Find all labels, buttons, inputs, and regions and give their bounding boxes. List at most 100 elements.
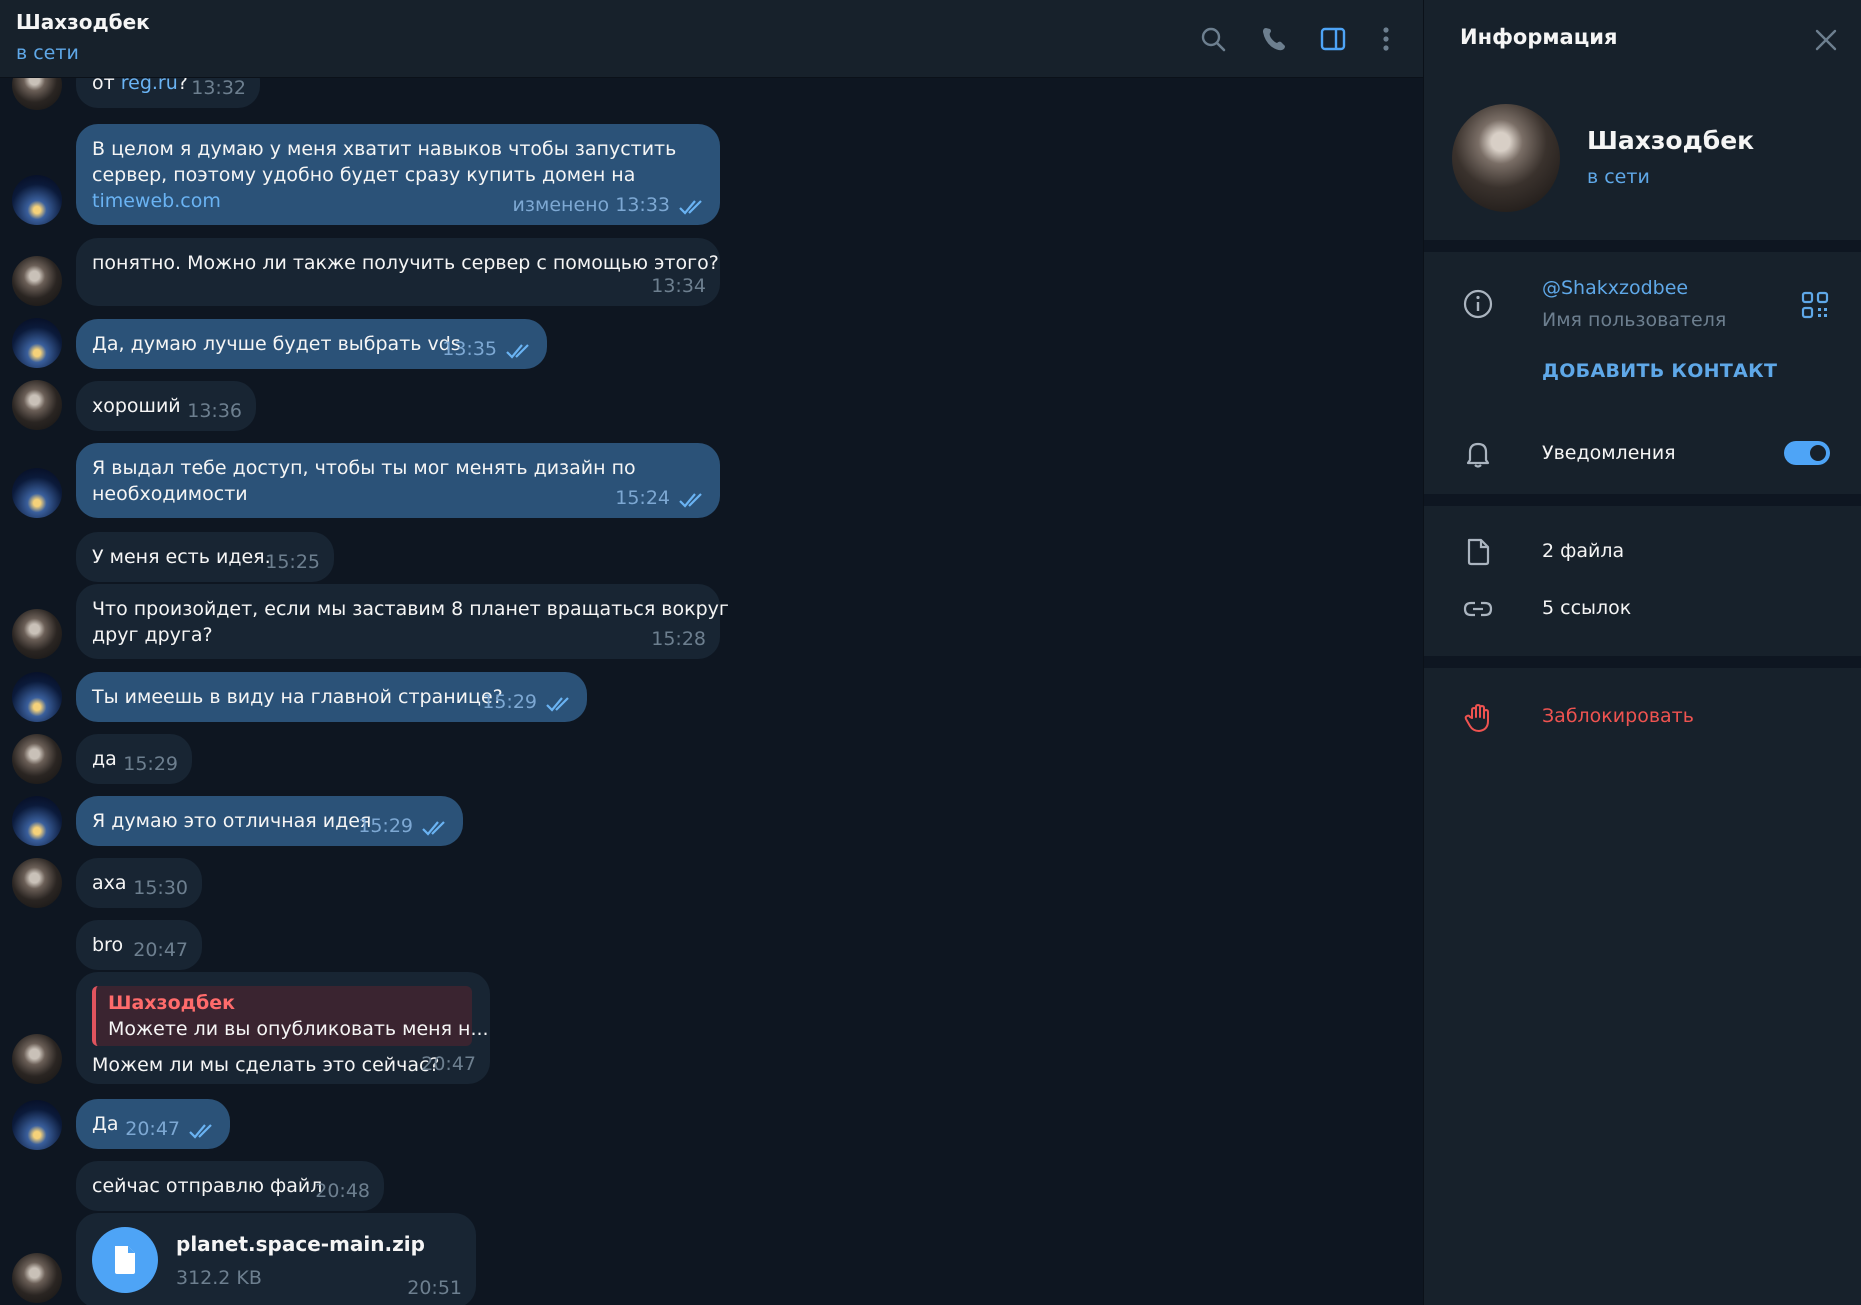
close-info-button[interactable]: [1808, 22, 1844, 58]
message-text: Я выдал тебе доступ, чтобы ты мог менять…: [92, 457, 636, 479]
profile-name: Шахзодбек: [1587, 126, 1755, 155]
message-bubble[interactable]: Да 20:47: [76, 1099, 230, 1149]
message-list[interactable]: от reg.ru? 13:32 В целом я думаю у меня …: [0, 0, 1423, 1305]
section-divider: [1424, 494, 1861, 506]
message-bubble[interactable]: В целом я думаю у меня хватит навыков чт…: [76, 124, 720, 225]
avatar[interactable]: [12, 1034, 62, 1084]
message-text: Я думаю это отличная идея: [92, 810, 372, 832]
edited-label: изменено: [512, 194, 610, 216]
message-text: необходимости: [92, 483, 248, 505]
message-time: 15:28: [651, 628, 706, 650]
info-panel: Информация Шахзодбек в сети @Shakxzodbee…: [1423, 0, 1861, 1305]
toggle-sidebar-button[interactable]: [1314, 20, 1352, 58]
notifications-label: Уведомления: [1542, 442, 1676, 464]
avatar[interactable]: [12, 796, 62, 846]
message-bubble[interactable]: Шахзодбек Можете ли вы опубликовать меня…: [76, 972, 490, 1084]
message-bubble[interactable]: bro 20:47: [76, 920, 202, 970]
message-time: 13:32: [191, 77, 246, 99]
message-time: 20:47: [421, 1053, 476, 1075]
message-time: 13:36: [187, 400, 242, 422]
message-time: 15:29: [123, 753, 178, 775]
info-title: Информация: [1460, 25, 1618, 49]
search-icon: [1201, 27, 1226, 52]
avatar[interactable]: [12, 318, 62, 368]
message-bubble[interactable]: У меня есть идея. 15:25: [76, 532, 334, 582]
message-bubble[interactable]: Ты имеешь в виду на главной странице? 15…: [76, 672, 587, 722]
avatar[interactable]: [12, 1100, 62, 1150]
more-button[interactable]: [1367, 20, 1405, 58]
username-label: Имя пользователя: [1542, 309, 1727, 331]
double-check-icon: [546, 697, 569, 712]
message-text: Ты имеешь в виду на главной странице?: [92, 686, 503, 708]
double-check-icon: [422, 821, 445, 836]
message-bubble[interactable]: аха 15:30: [76, 858, 202, 908]
message-time: 20:51: [407, 1277, 462, 1299]
message-time: 15:30: [133, 877, 188, 899]
sidebar-toggle-icon: [1320, 27, 1346, 51]
message-text: сейчас отправлю файл: [92, 1175, 323, 1197]
message-text: сервер, поэтому удобно будет сразу купит…: [92, 164, 636, 186]
avatar[interactable]: [12, 672, 62, 722]
chat-header[interactable]: Шахзодбек в сети: [0, 0, 1423, 78]
message-bubble[interactable]: хороший 13:36: [76, 381, 256, 431]
message-time: 15:29: [358, 815, 413, 837]
qr-code-icon[interactable]: [1800, 290, 1830, 320]
message-text: bro: [92, 934, 124, 956]
files-link[interactable]: 2 файла: [1542, 540, 1624, 562]
avatar[interactable]: [12, 256, 62, 306]
message-bubble[interactable]: Я думаю это отличная идея 15:29: [76, 796, 463, 846]
more-icon: [1383, 27, 1389, 51]
links-link[interactable]: 5 ссылок: [1542, 597, 1631, 619]
message-text: У меня есть идея.: [92, 546, 271, 568]
message-bubble[interactable]: сейчас отправлю файл 20:48: [76, 1161, 384, 1211]
link-icon: [1460, 591, 1496, 627]
message-time: 20:48: [315, 1180, 370, 1202]
message-text: Можем ли мы сделать это сейчас?: [92, 1054, 440, 1076]
search-button[interactable]: [1194, 20, 1232, 58]
message-bubble[interactable]: Да, думаю лучше будет выбрать vds 13:35: [76, 319, 547, 369]
username-link[interactable]: @Shakxzodbee: [1542, 277, 1688, 299]
add-contact-button[interactable]: ДОБАВИТЬ КОНТАКТ: [1542, 360, 1777, 382]
message-text: аха: [92, 872, 127, 894]
message-time: 15:29: [482, 691, 537, 713]
message-bubble[interactable]: Я выдал тебе доступ, чтобы ты мог менять…: [76, 443, 720, 518]
avatar[interactable]: [12, 1253, 62, 1303]
message-text: Да: [92, 1113, 119, 1135]
avatar[interactable]: [12, 175, 62, 225]
avatar[interactable]: [12, 380, 62, 430]
section-divider: [1424, 240, 1861, 252]
avatar[interactable]: [12, 609, 62, 659]
chat-pane: от reg.ru? 13:32 В целом я думаю у меня …: [0, 0, 1423, 1305]
message-bubble[interactable]: да 15:29: [76, 734, 192, 784]
message-text: Что произойдет, если мы заставим 8 плане…: [92, 598, 729, 620]
profile-avatar[interactable]: [1452, 104, 1560, 212]
message-time: изменено 13:33: [512, 194, 670, 216]
double-check-icon: [506, 344, 529, 359]
avatar[interactable]: [12, 468, 62, 518]
reply-text: Можете ли вы опубликовать меня н...: [108, 1018, 489, 1040]
avatar[interactable]: [12, 734, 62, 784]
file-icon: [1460, 534, 1496, 570]
message-bubble[interactable]: понятно. Можно ли также получить сервер …: [76, 238, 720, 306]
message-text: понятно. Можно ли также получить сервер …: [92, 252, 719, 274]
info-icon: [1460, 286, 1496, 322]
message-bubble[interactable]: Что произойдет, если мы заставим 8 плане…: [76, 584, 729, 659]
block-hand-icon: [1460, 700, 1496, 736]
reply-quote[interactable]: Шахзодбек Можете ли вы опубликовать меня…: [92, 986, 489, 1046]
file-message[interactable]: planet.space-main.zip 312.2 KB 20:51: [76, 1213, 476, 1305]
message-time: 20:47: [133, 939, 188, 961]
close-icon: [1815, 29, 1837, 51]
chat-title[interactable]: Шахзодбек: [16, 10, 150, 34]
message-text: да: [92, 748, 117, 770]
file-download-button[interactable]: [92, 1227, 158, 1293]
message-text: хороший: [92, 395, 181, 417]
block-user-button[interactable]: Заблокировать: [1542, 705, 1694, 727]
chat-status: в сети: [16, 42, 79, 64]
notifications-toggle[interactable]: [1784, 441, 1830, 465]
avatar[interactable]: [12, 858, 62, 908]
message-time: 20:47: [125, 1118, 180, 1140]
file-size: 312.2 KB: [176, 1267, 262, 1289]
call-button[interactable]: [1255, 20, 1293, 58]
double-check-icon: [189, 1124, 212, 1139]
file-name[interactable]: planet.space-main.zip: [176, 1231, 425, 1257]
